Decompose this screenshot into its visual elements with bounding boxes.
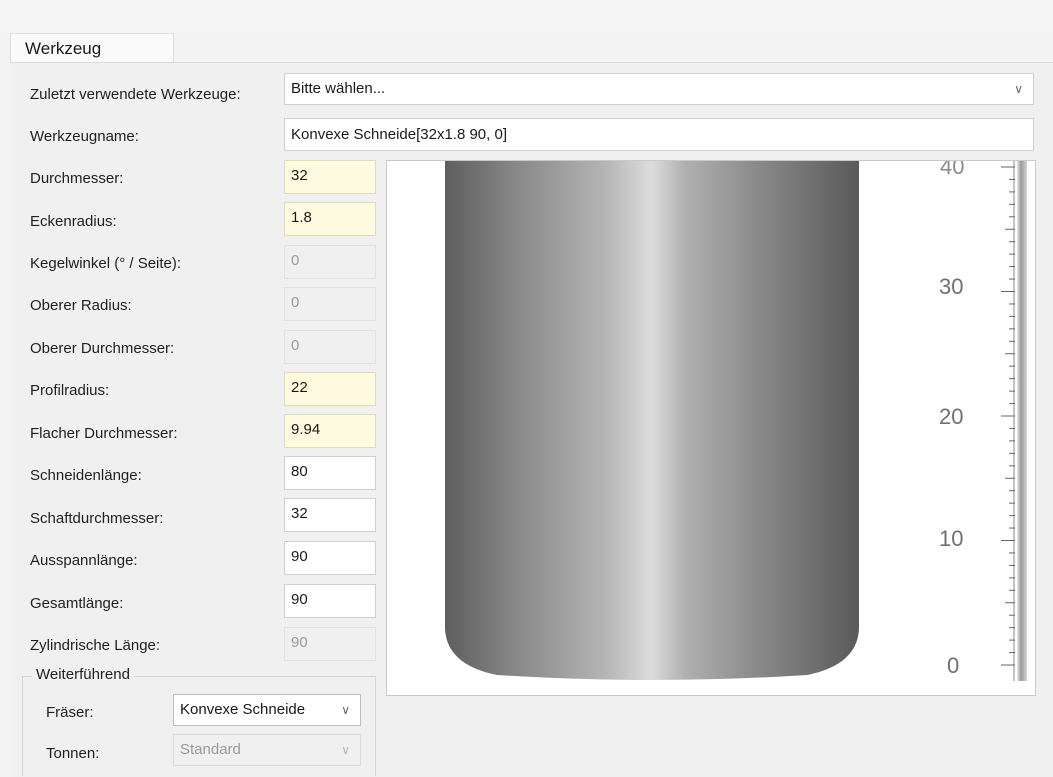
recent-tools-value: Bitte wählen...	[291, 80, 386, 97]
corner-radius-input[interactable]: 1.8	[284, 202, 376, 236]
advanced-group-title: Weiterführend	[32, 666, 134, 683]
diameter-input[interactable]: 32	[284, 160, 376, 194]
profile-radius-label: Profilradius:	[30, 382, 110, 399]
tool-preview: 40 30 20 10 0	[386, 160, 1036, 696]
corner-radius-label: Eckenradius:	[30, 213, 117, 230]
tool-cylinder	[445, 161, 859, 680]
barrel-value: Standard	[180, 741, 241, 758]
cutter-value: Konvexe Schneide	[180, 701, 306, 718]
profile-radius-input[interactable]: 22	[284, 372, 376, 406]
recent-tools-label: Zuletzt verwendete Werkzeuge:	[30, 86, 241, 103]
cutting-length-input[interactable]: 80	[284, 456, 376, 490]
tool-name-input[interactable]: Konvexe Schneide[32x1.8 90, 0]	[284, 118, 1034, 151]
ruler-label-0: 0	[947, 653, 959, 678]
tab-werkzeug[interactable]: Werkzeug	[10, 33, 174, 63]
ruler: 40 30 20 10 0	[939, 161, 1027, 681]
top-diameter-input: 0	[284, 330, 376, 364]
window-top-strip	[0, 0, 1053, 33]
flat-diameter-input[interactable]: 9.94	[284, 414, 376, 448]
diameter-label: Durchmesser:	[30, 170, 124, 187]
tool-name-label: Werkzeugname:	[30, 128, 139, 145]
cutting-length-label: Schneidenlänge:	[30, 467, 142, 484]
taper-angle-input: 0	[284, 245, 376, 279]
ruler-label-10: 10	[939, 526, 963, 551]
chevron-down-icon: ∨	[341, 703, 350, 717]
shank-diameter-input[interactable]: 32	[284, 498, 376, 532]
total-length-label: Gesamtlänge:	[30, 595, 124, 612]
shank-diameter-label: Schaftdurchmesser:	[30, 510, 164, 527]
top-radius-label: Oberer Radius:	[30, 297, 132, 314]
ruler-label-30: 30	[939, 274, 963, 299]
tool-preview-canvas: 40 30 20 10 0	[445, 161, 1027, 681]
cutter-label: Fräser:	[46, 704, 94, 721]
barrel-label: Tonnen:	[46, 745, 100, 762]
recent-tools-combo[interactable]: Bitte wählen... ∨	[284, 73, 1034, 105]
cylindrical-length-input: 90	[284, 627, 376, 661]
total-length-input[interactable]: 90	[284, 584, 376, 618]
top-radius-input: 0	[284, 287, 376, 321]
ruler-label-40: 40	[940, 161, 964, 179]
cylindrical-length-label: Zylindrische Länge:	[30, 637, 161, 654]
flat-diameter-label: Flacher Durchmesser:	[30, 425, 178, 442]
taper-angle-label: Kegelwinkel (° / Seite):	[30, 255, 182, 272]
top-diameter-label: Oberer Durchmesser:	[30, 340, 175, 357]
chevron-down-icon: ∨	[1014, 82, 1023, 96]
cutter-select[interactable]: Konvexe Schneide ∨	[173, 694, 361, 726]
chevron-down-icon: ∨	[341, 743, 350, 757]
stickout-length-input[interactable]: 90	[284, 541, 376, 575]
stickout-length-label: Ausspannlänge:	[30, 552, 138, 569]
ruler-label-20: 20	[939, 404, 963, 429]
barrel-select: Standard ∨	[173, 734, 361, 766]
